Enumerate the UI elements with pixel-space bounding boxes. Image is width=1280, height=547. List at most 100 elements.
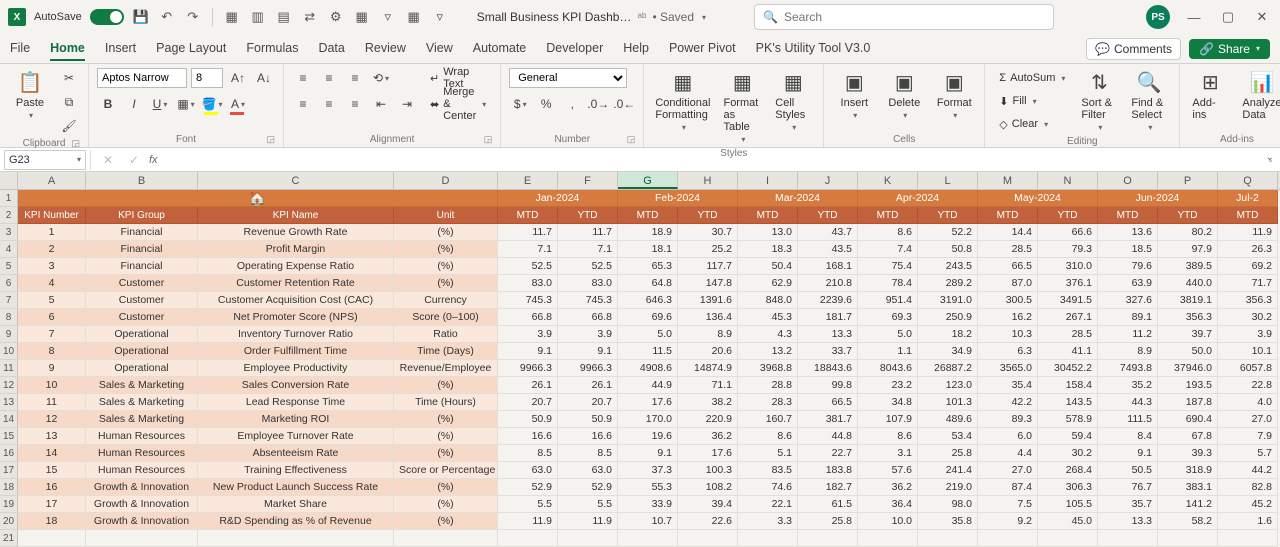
- cell[interactable]: Apr-2024: [858, 190, 978, 207]
- cell[interactable]: 18.2: [918, 326, 978, 343]
- cell[interactable]: Employee Productivity: [198, 360, 394, 377]
- cell[interactable]: 74.6: [738, 479, 798, 496]
- cell[interactable]: [738, 530, 798, 547]
- tab-file[interactable]: File: [10, 37, 30, 61]
- cell[interactable]: 11.7: [498, 224, 558, 241]
- cell[interactable]: YTD: [1038, 207, 1098, 224]
- cell[interactable]: 33.9: [618, 496, 678, 513]
- cell-styles-button[interactable]: ▦Cell Styles▾: [771, 68, 815, 134]
- cell[interactable]: 5.0: [618, 326, 678, 343]
- cell[interactable]: 16.6: [498, 428, 558, 445]
- cell[interactable]: 22.1: [738, 496, 798, 513]
- user-avatar[interactable]: PS: [1146, 5, 1170, 29]
- increase-decimal-icon[interactable]: .0→: [587, 94, 609, 114]
- cell[interactable]: 52.5: [558, 258, 618, 275]
- cell[interactable]: 35.8: [918, 513, 978, 530]
- cell[interactable]: 9966.3: [498, 360, 558, 377]
- cell[interactable]: 28.3: [738, 394, 798, 411]
- cell[interactable]: 14.4: [978, 224, 1038, 241]
- cell[interactable]: Market Share: [198, 496, 394, 513]
- column-header[interactable]: I: [738, 172, 798, 189]
- cell[interactable]: 27.0: [1218, 411, 1278, 428]
- cell[interactable]: MTD: [1098, 207, 1158, 224]
- cell[interactable]: 5.5: [558, 496, 618, 513]
- cell[interactable]: Customer Acquisition Cost (CAC): [198, 292, 394, 309]
- cell[interactable]: 11.9: [1218, 224, 1278, 241]
- cell[interactable]: 59.4: [1038, 428, 1098, 445]
- cell[interactable]: 310.0: [1038, 258, 1098, 275]
- cell[interactable]: Training Effectiveness: [198, 462, 394, 479]
- row-header[interactable]: 1: [0, 190, 18, 207]
- cell[interactable]: 45.2: [1218, 496, 1278, 513]
- cell[interactable]: 25.8: [798, 513, 858, 530]
- cell[interactable]: 10.3: [978, 326, 1038, 343]
- decrease-font-icon[interactable]: A↓: [253, 68, 275, 88]
- cell[interactable]: 2: [18, 241, 86, 258]
- row-header[interactable]: 7: [0, 292, 18, 309]
- number-format-select[interactable]: General: [509, 68, 627, 88]
- cell[interactable]: Revenue Growth Rate: [198, 224, 394, 241]
- font-size-select[interactable]: [191, 68, 223, 88]
- row-header[interactable]: 6: [0, 275, 18, 292]
- cell[interactable]: 39.4: [678, 496, 738, 513]
- cell[interactable]: Human Resources: [86, 445, 198, 462]
- cell[interactable]: 39.7: [1158, 326, 1218, 343]
- cell[interactable]: 36.2: [678, 428, 738, 445]
- increase-indent-icon[interactable]: ⇥: [396, 94, 418, 114]
- column-header[interactable]: N: [1038, 172, 1098, 189]
- cell[interactable]: Marketing ROI: [198, 411, 394, 428]
- cell[interactable]: 7.5: [978, 496, 1038, 513]
- cell[interactable]: 28.5: [978, 241, 1038, 258]
- cell[interactable]: MTD: [858, 207, 918, 224]
- cell[interactable]: Unit: [394, 207, 498, 224]
- align-left-icon[interactable]: ≡: [292, 94, 314, 114]
- cell[interactable]: 26.1: [558, 377, 618, 394]
- cell[interactable]: KPI Group: [86, 207, 198, 224]
- fx-icon[interactable]: fx: [149, 154, 158, 166]
- merge-center-button[interactable]: ⬌ Merge & Center▾: [424, 94, 492, 114]
- tab-developer[interactable]: Developer: [546, 37, 603, 61]
- column-header[interactable]: J: [798, 172, 858, 189]
- autosum-button[interactable]: Σ AutoSum▾: [993, 68, 1071, 88]
- cell[interactable]: 182.7: [798, 479, 858, 496]
- cell[interactable]: 66.6: [1038, 224, 1098, 241]
- redo-icon[interactable]: ↷: [184, 8, 202, 26]
- cell[interactable]: (%): [394, 513, 498, 530]
- tab-view[interactable]: View: [426, 37, 453, 61]
- accounting-icon[interactable]: $▾: [509, 94, 531, 114]
- cell[interactable]: 13.6: [1098, 224, 1158, 241]
- cell[interactable]: 76.7: [1098, 479, 1158, 496]
- cell[interactable]: 3819.1: [1158, 292, 1218, 309]
- cell[interactable]: 79.6: [1098, 258, 1158, 275]
- align-right-icon[interactable]: ≡: [344, 94, 366, 114]
- insert-cells-button[interactable]: ▣Insert▾: [832, 68, 876, 122]
- cell[interactable]: 15: [18, 462, 86, 479]
- cell[interactable]: 168.1: [798, 258, 858, 275]
- cell[interactable]: Currency: [394, 292, 498, 309]
- cell[interactable]: 42.2: [978, 394, 1038, 411]
- cell[interactable]: 37.3: [618, 462, 678, 479]
- cell[interactable]: MTD: [1218, 207, 1278, 224]
- cell[interactable]: 98.0: [918, 496, 978, 513]
- tab-formulas[interactable]: Formulas: [246, 37, 298, 61]
- cell[interactable]: 7493.8: [1098, 360, 1158, 377]
- cell[interactable]: 117.7: [678, 258, 738, 275]
- cell[interactable]: 7.1: [558, 241, 618, 258]
- cell[interactable]: 44.8: [798, 428, 858, 445]
- fill-button[interactable]: ⬇ Fill▾: [993, 91, 1071, 111]
- cell[interactable]: 20.6: [678, 343, 738, 360]
- cell[interactable]: 306.3: [1038, 479, 1098, 496]
- cell[interactable]: Revenue/Employee: [394, 360, 498, 377]
- cell[interactable]: Customer Retention Rate: [198, 275, 394, 292]
- cell[interactable]: 97.9: [1158, 241, 1218, 258]
- cell[interactable]: Net Promoter Score (NPS): [198, 309, 394, 326]
- cell[interactable]: Operational: [86, 360, 198, 377]
- cell[interactable]: Human Resources: [86, 462, 198, 479]
- cell[interactable]: 105.5: [1038, 496, 1098, 513]
- cell[interactable]: Sales & Marketing: [86, 377, 198, 394]
- cell[interactable]: 17: [18, 496, 86, 513]
- cell[interactable]: 11: [18, 394, 86, 411]
- cell[interactable]: 22.6: [678, 513, 738, 530]
- cell[interactable]: 9.1: [618, 445, 678, 462]
- cell[interactable]: 9.1: [558, 343, 618, 360]
